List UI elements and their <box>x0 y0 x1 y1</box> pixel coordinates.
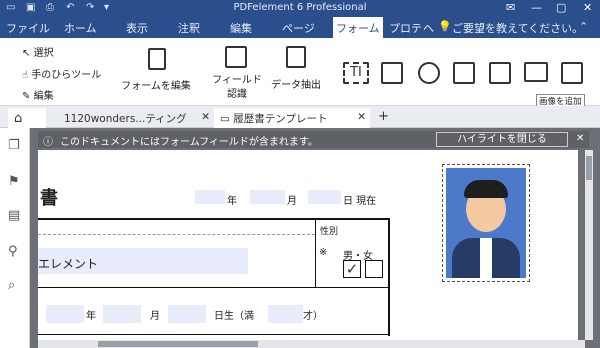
title-bar: ▭ ▣ ⎙ ↶ ↷ ▾ PDFelement 6 Professional ✉ … <box>0 0 600 17</box>
age-label: 才） <box>303 311 323 322</box>
menu-help[interactable]: ヘ <box>423 20 434 36</box>
tab-document-1[interactable]: 1120wonders...ティング ✕ <box>58 108 214 128</box>
table-row-line <box>38 287 390 288</box>
new-tab-icon[interactable]: + <box>372 108 395 128</box>
menu-edit[interactable]: 編集 <box>230 20 252 36</box>
hair-shape <box>464 180 508 198</box>
edit-form-icon <box>148 48 166 70</box>
left-panel: ❐ ⚑ ▤ ⚲ ⌕ <box>0 128 30 348</box>
notice-text: このドキュメントにはフォームフィールドが含まれます。 <box>60 137 318 148</box>
age-field[interactable] <box>268 305 303 323</box>
hand-label: 手のひらツール <box>31 70 102 81</box>
birth-year-field[interactable] <box>46 305 84 323</box>
field-recognition-button[interactable]: フィールド 認識 <box>208 74 266 102</box>
table-dashed-line <box>38 234 315 235</box>
ribbon: ↖ 選択 ☝ 手のひらツール ✎ 編集 フォームを編集 フィールド 認識 データ… <box>0 38 600 106</box>
pdf-page: 書 年 月 日 現在 性別 ※ 男・女 ✓ エレメント 年 月 日生（満 才） <box>38 150 578 340</box>
help-search[interactable]: ご要望を教えてください。 <box>452 20 583 36</box>
month-label: 月 <box>287 196 297 207</box>
vertical-scrollbar[interactable] <box>585 150 593 340</box>
gender-label: 性別 <box>320 227 339 237</box>
tab-close-icon[interactable]: ✕ <box>357 111 366 123</box>
day-now-label: 日 現在 <box>343 196 377 207</box>
close-icon[interactable]: ✕ <box>583 1 592 14</box>
data-extract-button[interactable]: データ抽出 <box>268 76 324 91</box>
tab-bar: ⌂ 1120wonders...ティング ✕ ▭ 履歴書テンプレート ✕ + <box>0 106 600 128</box>
scroll-thumb[interactable] <box>586 156 592 180</box>
text-field-icon[interactable]: TI <box>343 62 369 84</box>
info-icon: ⓘ <box>43 137 53 148</box>
home-tab-icon[interactable]: ⌂ <box>8 108 46 128</box>
pencil-icon: ✎ <box>22 91 31 102</box>
ribbon-collapse-icon[interactable]: ⌃ <box>579 20 588 33</box>
checkbox-icon[interactable] <box>381 62 403 84</box>
month-field[interactable] <box>250 190 285 204</box>
gender-male-checkbox[interactable]: ✓ <box>343 260 361 278</box>
hand-tool[interactable]: ☝ 手のひらツール <box>22 66 101 81</box>
notice-close-icon[interactable]: ✕ <box>576 133 584 144</box>
table-bottom-line <box>38 334 390 335</box>
birth-day-field[interactable] <box>168 305 206 323</box>
thumbnails-icon[interactable]: ❐ <box>8 138 20 153</box>
data-extract-icon <box>286 46 306 68</box>
birth-month-field[interactable] <box>103 305 141 323</box>
edit-tool[interactable]: ✎ 編集 <box>22 87 54 102</box>
radio-button-icon[interactable] <box>418 62 440 84</box>
shirt-shape <box>480 238 492 278</box>
minimize-icon[interactable]: — <box>531 1 542 14</box>
photo-field[interactable] <box>442 164 530 282</box>
lightbulb-icon: 💡 <box>438 20 452 33</box>
menu-home[interactable]: ホーム <box>64 20 97 36</box>
day-field[interactable] <box>308 190 341 204</box>
edit-label: 編集 <box>33 91 54 102</box>
search-icon[interactable]: ⌕ <box>8 278 15 293</box>
year-label: 年 <box>227 196 237 207</box>
doc-heading: 書 <box>40 188 58 209</box>
form-notice-bar: ⓘ このドキュメントにはフォームフィールドが含まれます。 ハイライトを閉じる ✕ <box>38 131 589 148</box>
close-highlight-button[interactable]: ハイライトを閉じる <box>436 132 568 147</box>
add-image-icon[interactable] <box>561 62 583 84</box>
menu-comment[interactable]: 注釈 <box>178 20 200 36</box>
tab-label: 1120wonders...ティング <box>64 113 187 125</box>
table-divider <box>315 218 316 287</box>
menu-file[interactable]: ファイル <box>6 20 50 36</box>
edit-form-button[interactable]: フォームを編集 <box>120 77 192 92</box>
button-field-icon[interactable] <box>524 62 548 82</box>
menu-protect[interactable]: プロテ <box>389 20 422 36</box>
gender-female-checkbox[interactable] <box>365 260 383 278</box>
pdf-icon: ▭ <box>220 113 230 125</box>
menu-form[interactable]: フォーム <box>333 17 383 38</box>
field-recognition-icon <box>225 46 247 68</box>
maximize-icon[interactable]: ▢ <box>556 1 566 14</box>
portrait-image <box>446 168 526 278</box>
tab-close-icon[interactable]: ✕ <box>201 111 210 123</box>
birth-day-label: 日生（満 <box>214 311 254 322</box>
year-field[interactable] <box>195 190 225 204</box>
birth-month-label: 月 <box>150 311 160 322</box>
bookmark-icon[interactable]: ⚑ <box>8 174 20 189</box>
note-mark: ※ <box>319 247 328 258</box>
menu-view[interactable]: 表示 <box>126 20 148 36</box>
combo-box-icon[interactable] <box>453 62 475 84</box>
comment-icon[interactable]: ▤ <box>8 208 20 223</box>
name-value: エレメント <box>38 257 99 271</box>
hand-icon: ☝ <box>22 70 29 81</box>
horizontal-scrollbar[interactable] <box>38 340 585 348</box>
tab-label: 履歴書テンプレート <box>233 113 328 125</box>
list-box-icon[interactable] <box>489 62 511 84</box>
tab-document-2[interactable]: ▭ 履歴書テンプレート ✕ <box>214 108 370 128</box>
select-tool[interactable]: ↖ 選択 <box>22 44 54 59</box>
attachment-icon[interactable]: ⚲ <box>8 244 18 259</box>
menu-page[interactable]: ページ <box>282 20 315 36</box>
cursor-icon: ↖ <box>22 48 31 59</box>
menu-bar: ファイル ホーム 表示 注釈 編集 ページ フォーム プロテ ヘ 💡 ご要望を教… <box>0 17 600 38</box>
scroll-thumb[interactable] <box>98 341 258 347</box>
mail-icon[interactable]: ✉ <box>506 1 515 14</box>
birth-year-label: 年 <box>86 311 96 322</box>
select-label: 選択 <box>33 48 54 59</box>
